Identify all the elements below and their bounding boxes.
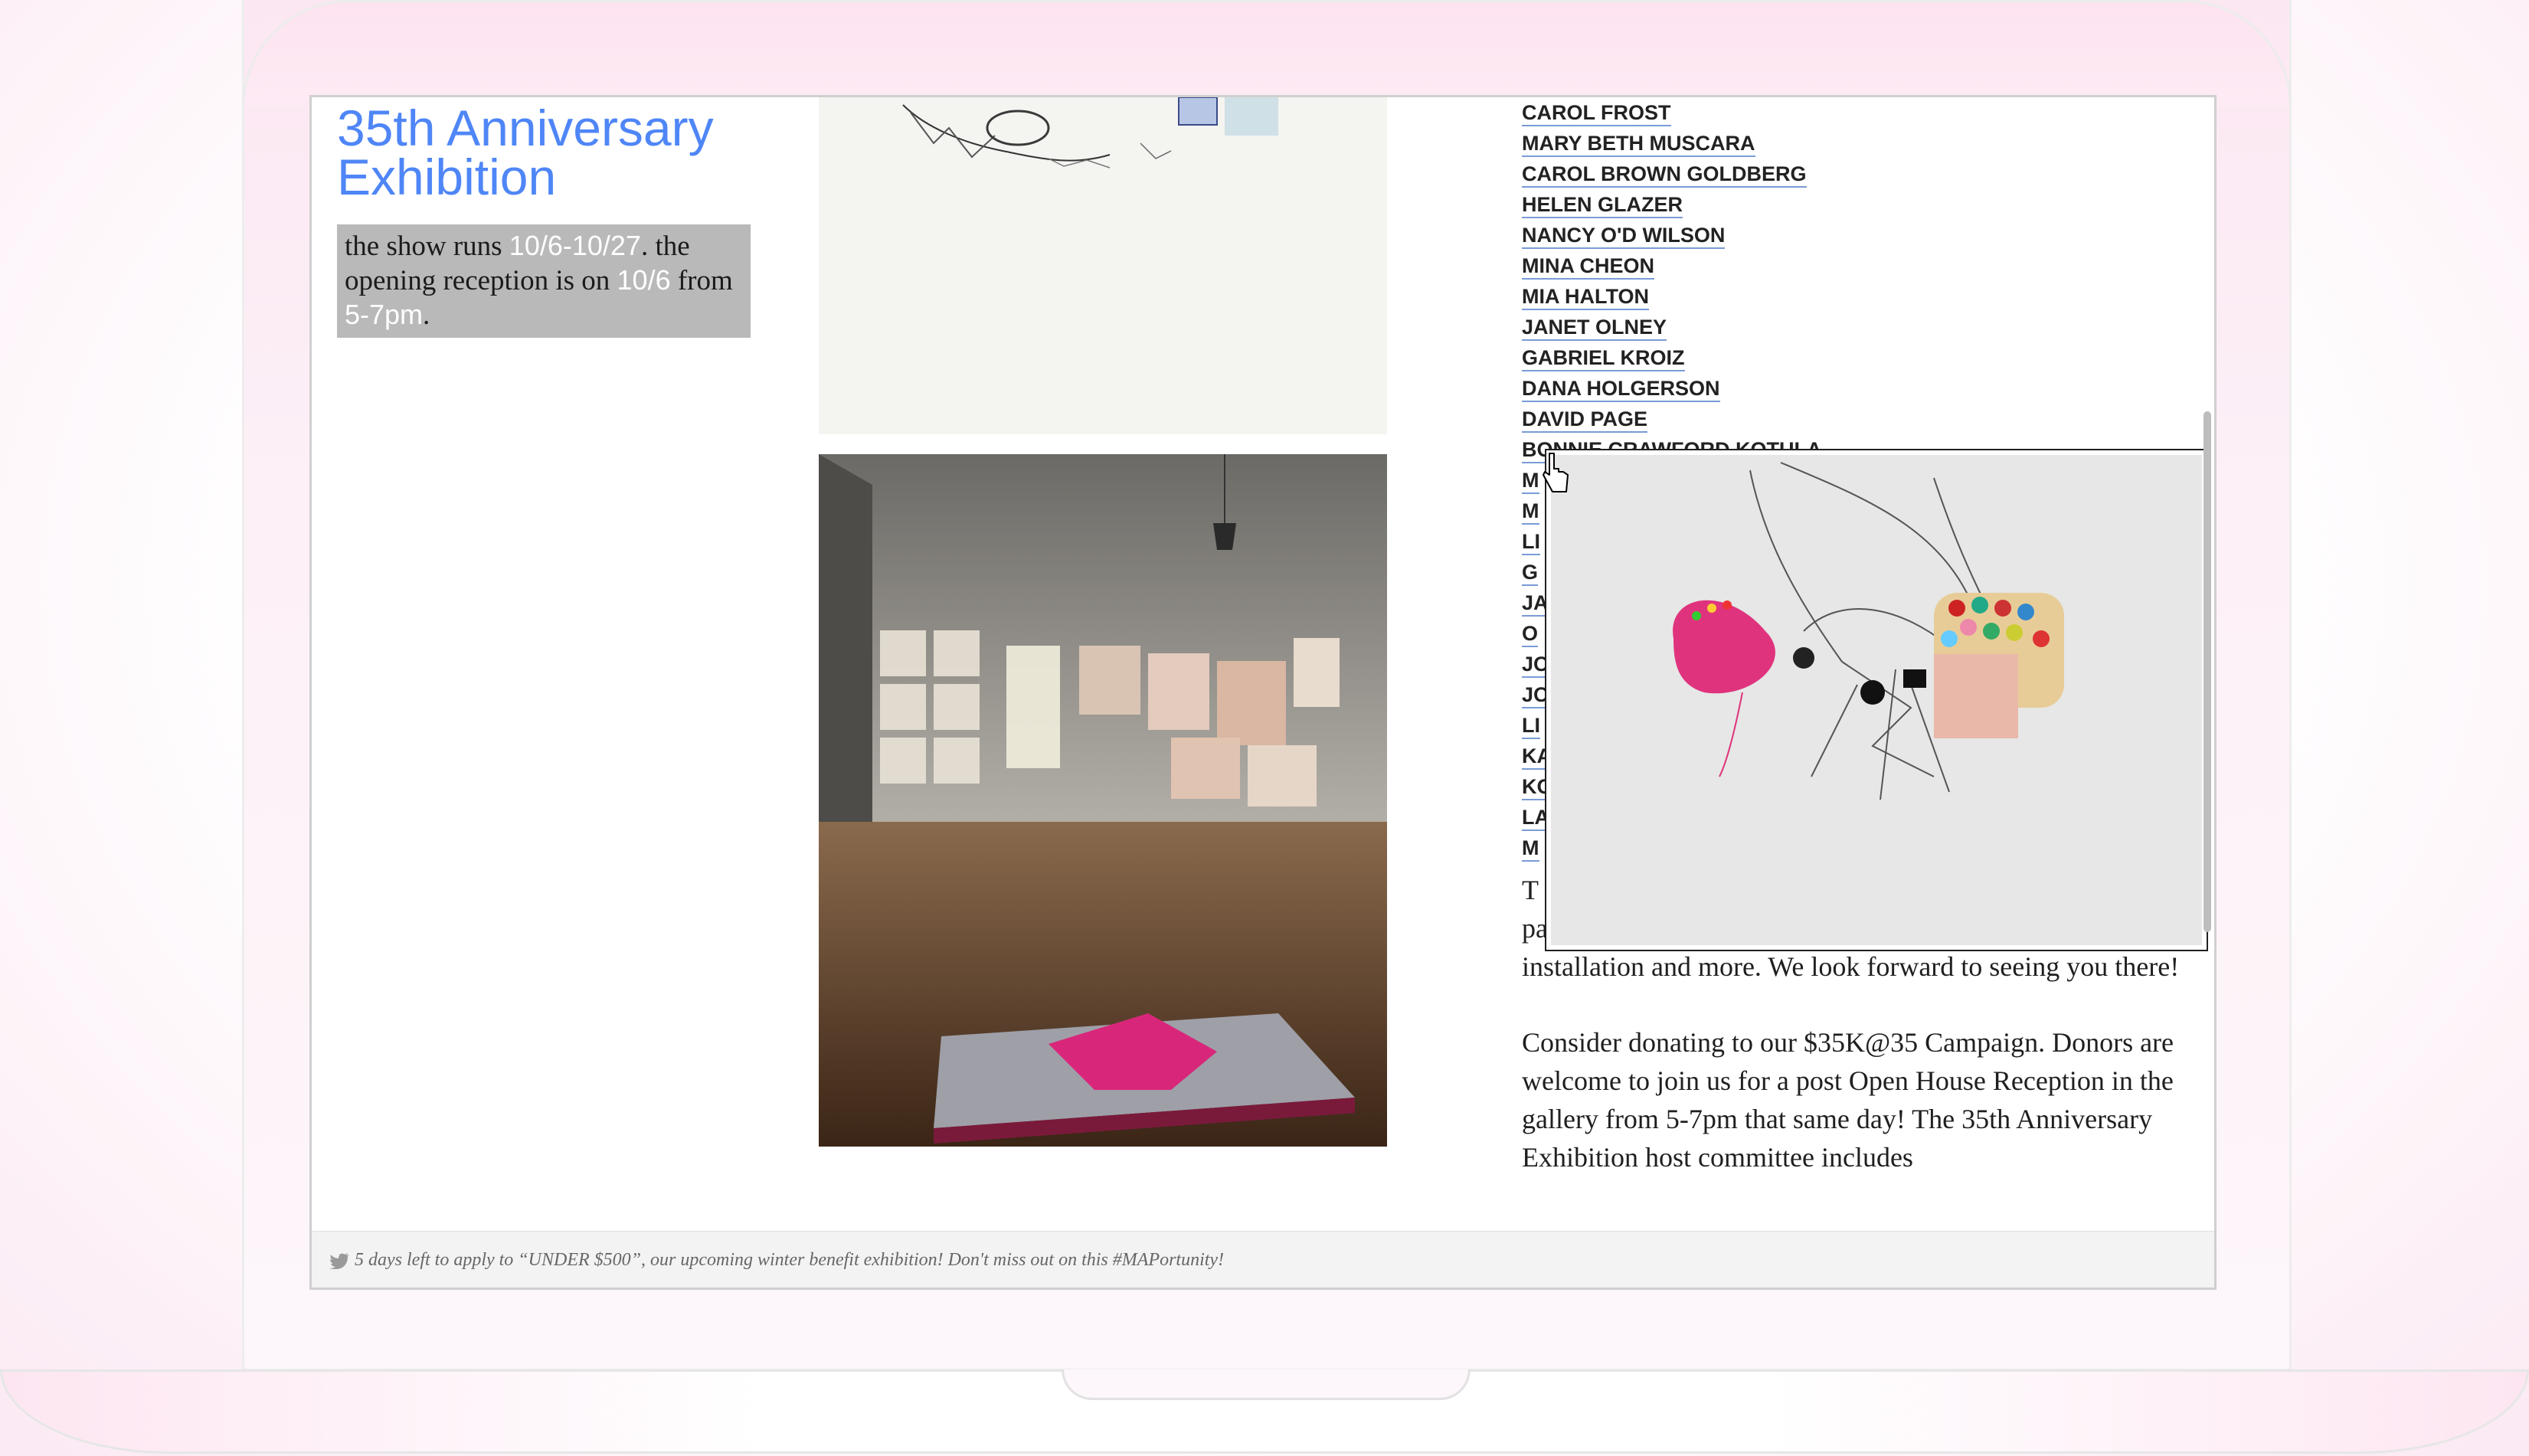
show-info-text: the show runs [345,231,509,262]
gallery-installation-photo[interactable] [819,454,1387,1147]
intro-text-fragment: installation and more. We look forward t… [1522,951,2180,982]
page-scrollbar[interactable] [2203,411,2211,932]
artwork-preview-image [1551,455,2202,945]
show-info-box: the show runs 10/6-10/27. the opening re… [337,224,751,338]
artist-hover-preview [1545,449,2208,951]
browser-viewport[interactable]: 35th Anniversary Exhibition the show run… [309,95,2217,1290]
twitter-bird-icon [329,1253,349,1270]
reception-date: 10/6 [617,264,671,296]
donation-paragraph: Consider donating to our $35K@35 Campaig… [1522,1027,2174,1173]
drawing-sketch-icon [819,97,1387,434]
artist-link[interactable]: DAVID PAGE [1522,404,2058,434]
page-title: 35th Anniversary Exhibition [337,100,714,205]
artwork-drawing-image[interactable] [819,97,1387,434]
artist-link[interactable]: NANCY O'D WILSON [1522,220,2058,250]
artist-link[interactable]: DANA HOLGERSON [1522,373,2058,404]
artist-link[interactable]: MINA CHEON [1522,250,2058,281]
show-info-text: from [670,265,733,296]
show-info-text: . [423,299,430,331]
artist-link[interactable]: GABRIEL KROIZ [1522,342,2058,373]
artist-link[interactable]: CAROL FROST [1522,97,2058,128]
show-dates: 10/6-10/27 [509,230,641,261]
artist-link[interactable]: CAROL BROWN GOLDBERG [1522,159,2058,189]
twitter-ticker[interactable]: 5 days left to apply to “UNDER $500”, ou… [312,1231,2214,1287]
gallery-scene-icon [819,454,1387,1147]
artist-link[interactable]: MARY BETH MUSCARA [1522,128,2058,159]
intro-text-fragment: T [1522,875,1539,905]
sculpture-artwork-icon [1551,455,2202,945]
laptop-notch [1062,1369,1471,1400]
intro-text-fragment: pa [1522,913,1548,944]
laptop-lid-top [242,0,2292,107]
tweet-text[interactable]: 5 days left to apply to “UNDER $500”, ou… [355,1250,1224,1270]
artist-link[interactable]: HELEN GLAZER [1522,189,2058,220]
artist-link[interactable]: JANET OLNEY [1522,312,2058,342]
reception-time: 5-7pm [345,299,424,330]
hand-pointer-icon [1543,453,1569,492]
artist-link[interactable]: MIA HALTON [1522,281,2058,312]
